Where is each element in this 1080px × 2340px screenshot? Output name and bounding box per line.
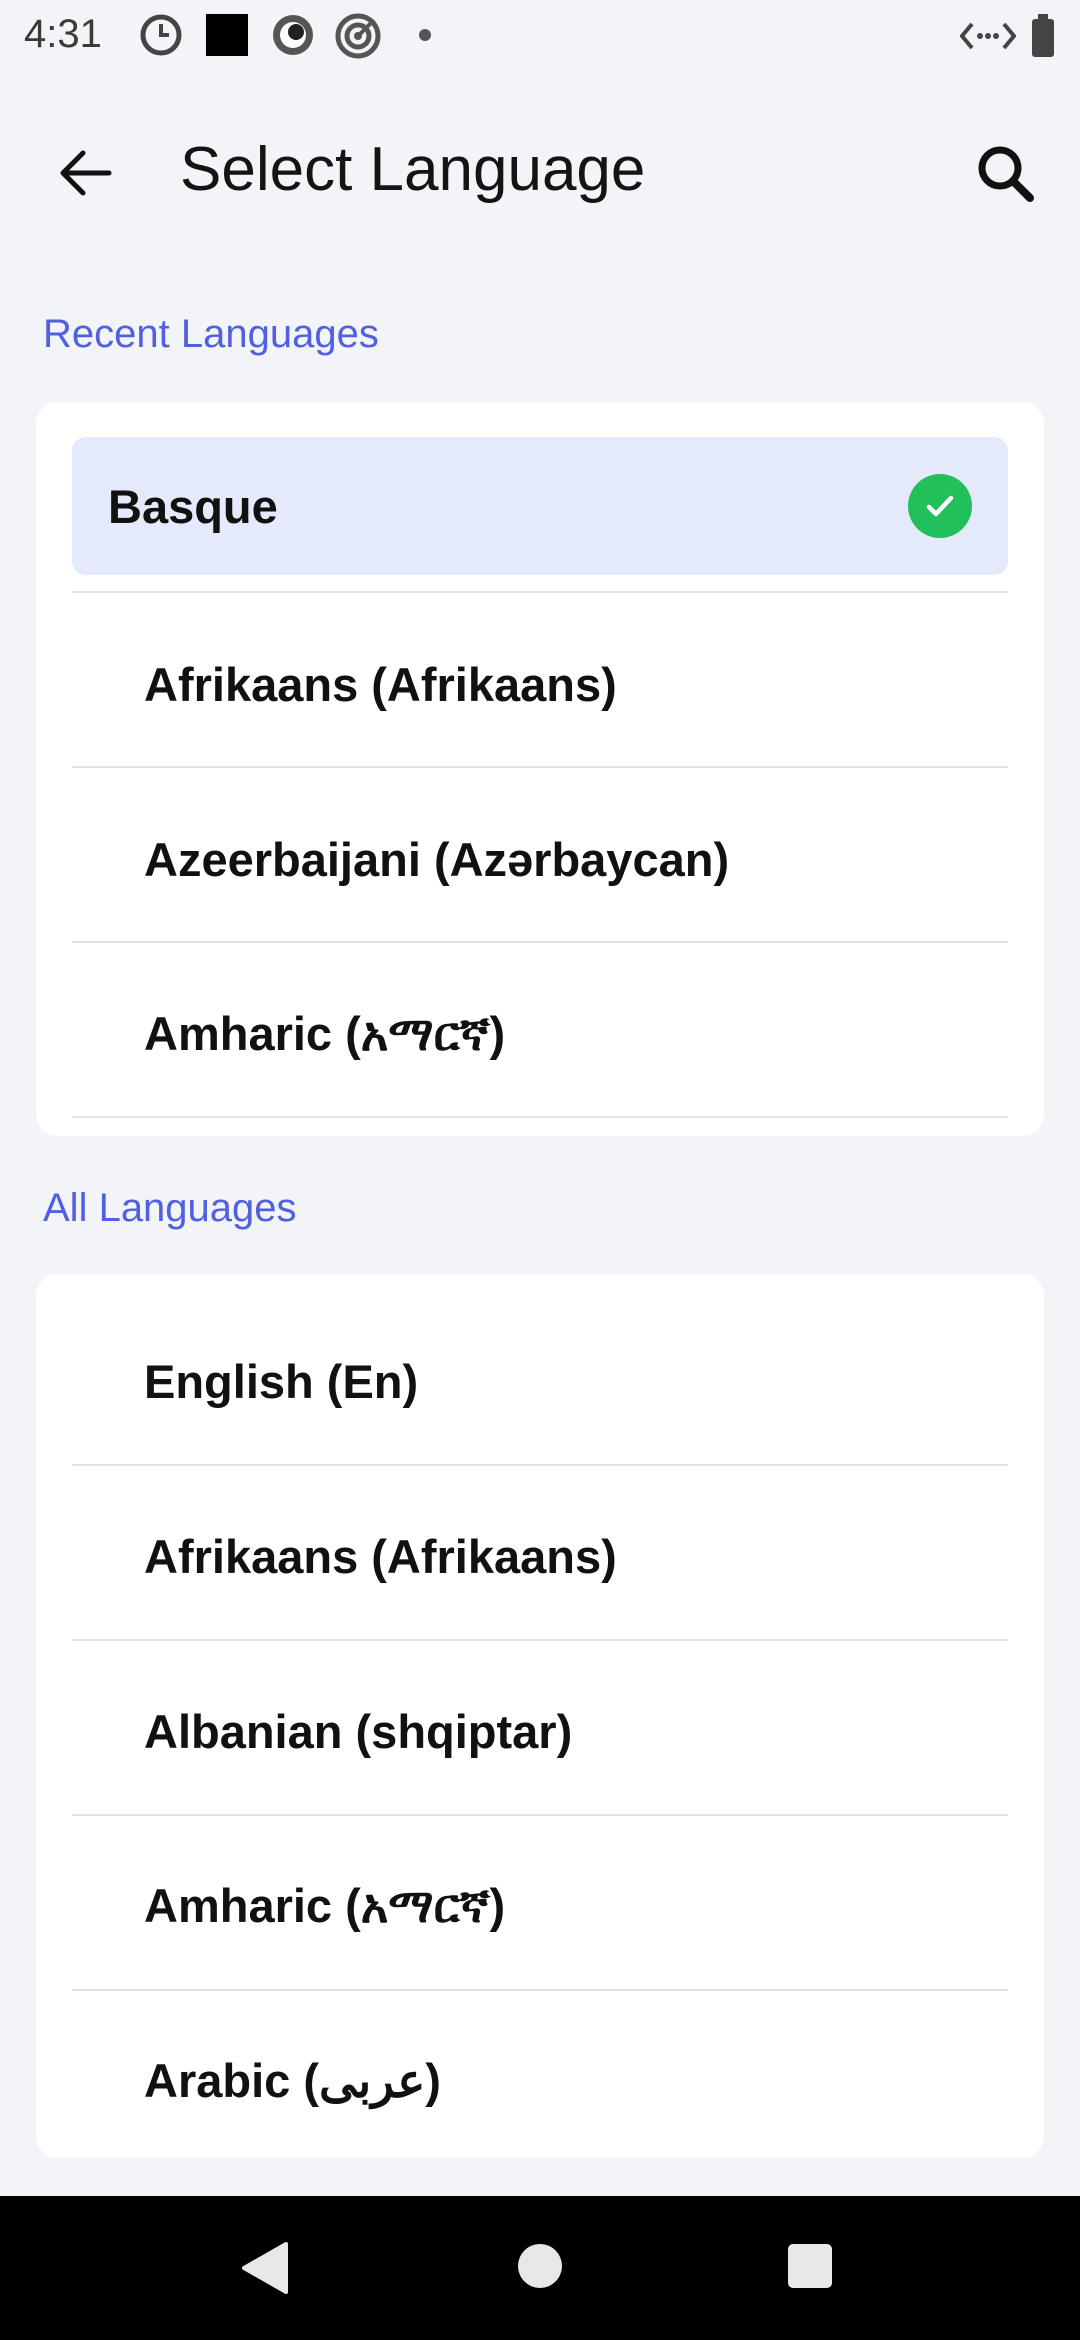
language-label: Basque	[108, 479, 278, 533]
square-recents-icon	[788, 2244, 832, 2288]
nav-back-button[interactable]	[240, 2240, 290, 2301]
language-label: Albanian (shqiptar)	[144, 1704, 573, 1758]
triangle-back-icon	[242, 2242, 288, 2294]
language-label: Azeerbaijani (Azərbaycan)	[144, 832, 730, 886]
language-label: Amharic (አማርኛ)	[144, 1878, 506, 1932]
divider	[72, 1989, 1008, 1991]
all-languages-header: All Languages	[43, 1186, 297, 1230]
target-icon	[334, 12, 382, 65]
language-item[interactable]: Azeerbaijani (Azərbaycan)	[72, 790, 1008, 928]
page-title: Select Language	[180, 135, 646, 204]
language-item[interactable]: Afrikaans (Afrikaans)	[72, 1487, 1008, 1625]
status-bar: 4:31	[0, 0, 1080, 70]
record-icon	[270, 12, 316, 63]
language-label: Afrikaans (Afrikaans)	[144, 657, 617, 711]
square-app-icon	[204, 12, 250, 63]
network-icon	[959, 18, 1017, 59]
language-item[interactable]: Afrikaans (Afrikaans)	[72, 615, 1008, 753]
divider	[72, 1814, 1008, 1816]
language-label: Afrikaans (Afrikaans)	[144, 1529, 617, 1583]
divider	[72, 766, 1008, 768]
divider	[72, 1116, 1008, 1118]
language-item[interactable]: Amharic (አማርኛ)	[72, 965, 1008, 1103]
dnd-moon-icon	[138, 12, 184, 63]
recent-languages-header: Recent Languages	[43, 312, 379, 356]
search-button[interactable]	[960, 130, 1050, 220]
language-item[interactable]: Amharic (አማርኛ)	[72, 1837, 1008, 1975]
language-item[interactable]: Albanian (shqiptar)	[72, 1662, 1008, 1800]
divider	[72, 941, 1008, 943]
divider	[72, 1639, 1008, 1641]
arrow-left-icon	[57, 149, 113, 202]
language-item[interactable]: Arabic (عربى)	[72, 2012, 1008, 2150]
battery-icon	[1030, 14, 1056, 63]
recent-languages-card: Basque Afrikaans (Afrikaans) Azeerbaijan…	[36, 402, 1044, 1136]
status-time: 4:31	[24, 12, 102, 56]
language-item[interactable]: English (En)	[72, 1312, 1008, 1450]
back-button[interactable]	[40, 130, 130, 220]
language-label: Arabic (عربى)	[144, 2054, 441, 2107]
divider	[72, 591, 1008, 593]
nav-home-button[interactable]	[516, 2242, 564, 2295]
divider	[72, 1464, 1008, 1466]
all-languages-card: English (En) Afrikaans (Afrikaans) Alban…	[36, 1274, 1044, 2158]
nav-recents-button[interactable]	[786, 2242, 834, 2295]
check-circle-icon	[908, 474, 972, 538]
search-icon	[974, 142, 1036, 209]
navigation-bar	[0, 2196, 1080, 2340]
app-bar: Select Language	[0, 70, 1080, 270]
dot-icon	[418, 28, 432, 47]
circle-home-icon	[518, 2244, 562, 2288]
language-label: English (En)	[144, 1354, 419, 1408]
language-item-selected[interactable]: Basque	[72, 437, 1008, 575]
language-label: Amharic (አማርኛ)	[144, 1006, 506, 1060]
